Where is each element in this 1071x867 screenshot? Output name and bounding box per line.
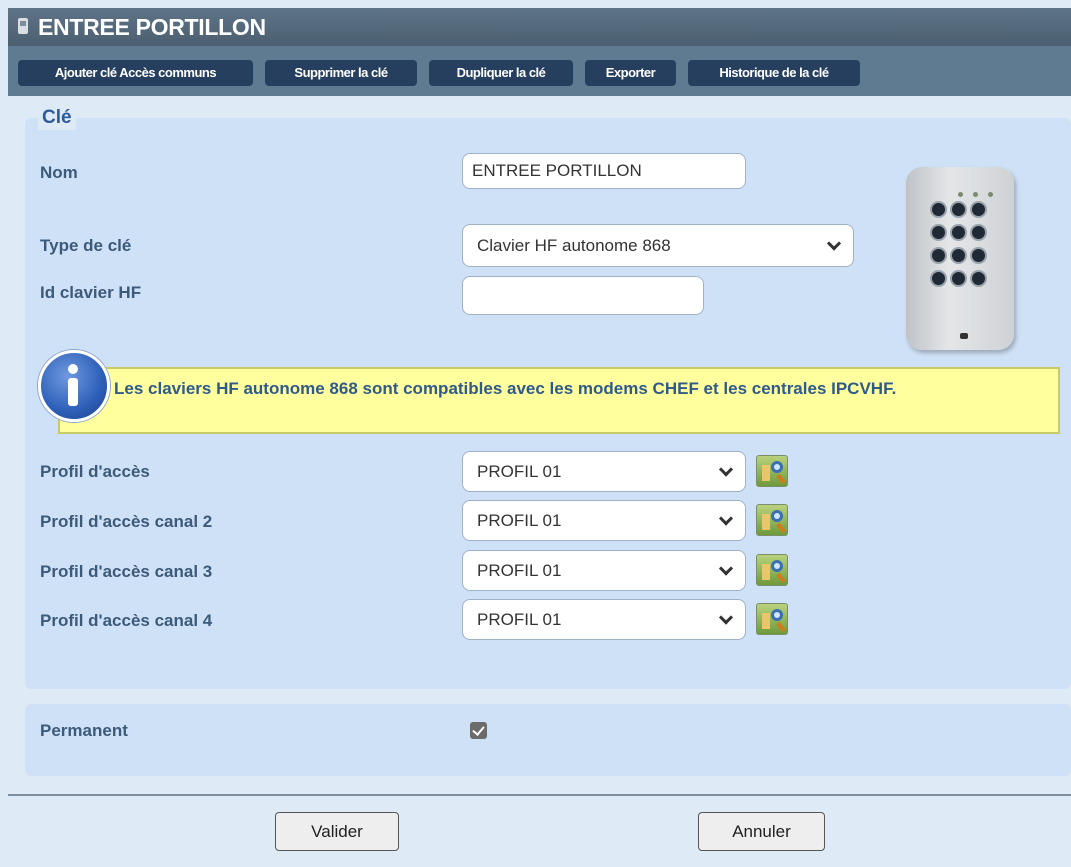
keypad-key — [930, 247, 947, 264]
cancel-button[interactable]: Annuler — [698, 812, 825, 851]
key-type-select[interactable]: Clavier HF autonome 868 — [462, 224, 854, 267]
access-profile-channel-4-value: PROFIL 01 — [477, 610, 562, 629]
access-profile-channel-2-label: Profil d'accès canal 2 — [40, 512, 213, 531]
info-icon — [38, 350, 110, 422]
permanent-panel — [25, 704, 1071, 776]
name-input[interactable]: ENTREE PORTILLON — [462, 153, 746, 189]
info-message-box: Les claviers HF autonome 868 sont compat… — [58, 367, 1060, 434]
profile-search-icon[interactable] — [756, 455, 788, 487]
keypad-slot — [960, 333, 968, 339]
access-profile-channel-3-value: PROFIL 01 — [477, 561, 562, 580]
access-profile-channel-2-value: PROFIL 01 — [477, 511, 562, 530]
window-icon — [18, 18, 28, 34]
keypad-key — [950, 270, 967, 287]
keypad-key — [950, 247, 967, 264]
keypad-led — [973, 192, 978, 197]
access-profile-channel-4-select[interactable]: PROFIL 01 — [462, 599, 746, 640]
hf-keypad-id-input[interactable] — [462, 276, 704, 315]
keypad-key — [930, 201, 947, 218]
keypad-key — [970, 224, 987, 241]
keypad-key — [950, 224, 967, 241]
validate-button[interactable]: Valider — [275, 812, 399, 851]
chevron-down-icon — [718, 560, 734, 576]
info-message: Les claviers HF autonome 868 sont compat… — [114, 379, 897, 398]
keypad-key — [930, 270, 947, 287]
access-profile-label: Profil d'accès — [40, 462, 150, 481]
footer-divider — [8, 794, 1071, 796]
duplicate-key-button[interactable]: Dupliquer la clé — [429, 60, 573, 86]
access-profile-select[interactable]: PROFIL 01 — [462, 451, 746, 492]
permanent-label: Permanent — [40, 721, 128, 740]
chevron-down-icon — [718, 609, 734, 625]
access-profile-value: PROFIL 01 — [477, 462, 562, 481]
export-button[interactable]: Exporter — [585, 60, 676, 86]
access-profile-channel-4-label: Profil d'accès canal 4 — [40, 611, 213, 630]
key-section-legend: Clé — [38, 106, 76, 130]
keypad-key — [950, 201, 967, 218]
keypad-key — [970, 201, 987, 218]
name-label: Nom — [40, 163, 78, 182]
toolbar: Ajouter clé Accès communs Supprimer la c… — [8, 46, 1071, 96]
access-profile-channel-2-select[interactable]: PROFIL 01 — [462, 500, 746, 541]
profile-search-icon[interactable] — [756, 603, 788, 635]
keypad-key — [970, 247, 987, 264]
profile-search-icon[interactable] — [756, 504, 788, 536]
window-title-bar: ENTREE PORTILLON — [8, 8, 1071, 46]
chevron-down-icon — [718, 510, 734, 526]
key-type-value: Clavier HF autonome 868 — [477, 236, 671, 255]
info-icon-dot — [68, 364, 78, 374]
permanent-checkbox[interactable] — [470, 722, 487, 739]
info-icon-bar — [68, 378, 78, 406]
keypad-led — [988, 192, 993, 197]
keypad-image — [906, 167, 1014, 350]
keypad-led — [958, 192, 963, 197]
access-profile-channel-3-label: Profil d'accès canal 3 — [40, 562, 213, 581]
keypad-key — [930, 224, 947, 241]
profile-search-icon[interactable] — [756, 554, 788, 586]
access-profile-channel-3-select[interactable]: PROFIL 01 — [462, 550, 746, 591]
checkmark-icon — [472, 723, 485, 736]
window-title: ENTREE PORTILLON — [38, 14, 266, 40]
keypad-key — [970, 270, 987, 287]
chevron-down-icon — [826, 235, 842, 251]
add-common-access-key-button[interactable]: Ajouter clé Accès communs — [18, 60, 253, 86]
chevron-down-icon — [718, 461, 734, 477]
delete-key-button[interactable]: Supprimer la clé — [265, 60, 417, 86]
key-type-label: Type de clé — [40, 236, 132, 255]
hf-keypad-id-label: Id clavier HF — [40, 283, 142, 302]
key-history-button[interactable]: Historique de la clé — [688, 60, 860, 86]
